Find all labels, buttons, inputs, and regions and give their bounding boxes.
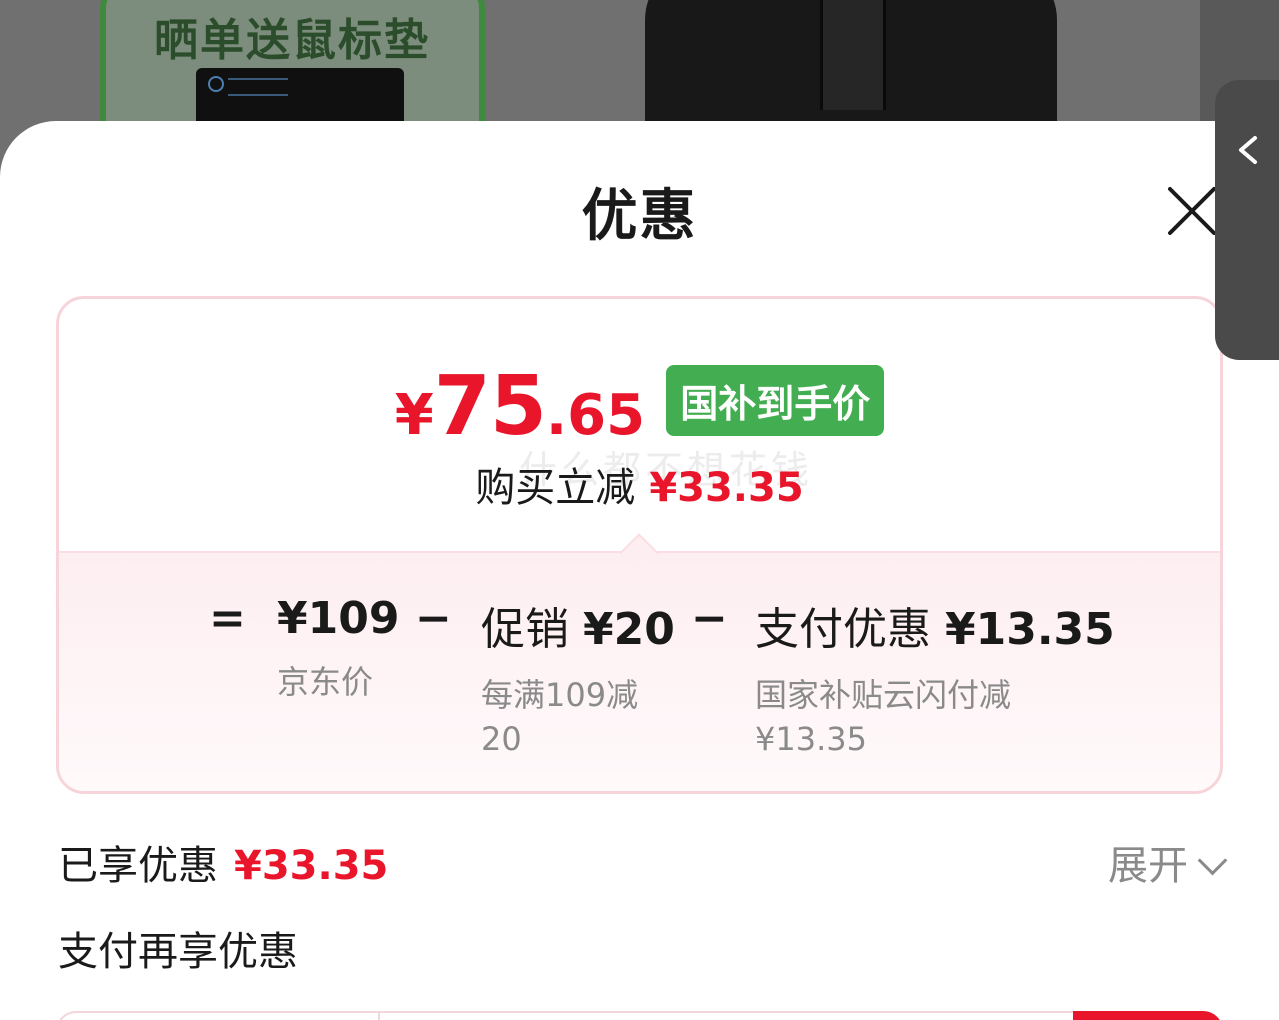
payment-discount-label: 支付优惠 [755, 604, 931, 655]
logitech-logo-icon [208, 76, 224, 92]
side-collapse-tab[interactable] [1215, 80, 1279, 360]
promotion-description: 每满109减20 [481, 676, 639, 758]
chevron-down-icon [1197, 845, 1228, 876]
promo-text: 晒单送鼠标垫 [154, 15, 430, 66]
price-breakdown-card: ¥75.65 国补到手价 什么都不想花钱 购买立减 ¥33.35 = ¥109 京… [56, 296, 1223, 794]
final-price: ¥75.65 [394, 359, 646, 454]
mouse-wheel [820, 0, 886, 110]
price-formula: = ¥109 京东价 − 促销 ¥20 每满109减20 − 支付优惠 ¥13.… [59, 533, 1220, 791]
enjoyed-discount-row: 已享优惠 ¥33.35 [58, 833, 388, 891]
enjoyed-discount-label: 已享优惠 [58, 843, 218, 889]
formula-item-payment-discount: 支付优惠 ¥13.35 国家补贴云闪付减¥13.35 [755, 593, 1115, 761]
mouse-pad-text-lines [228, 78, 288, 96]
instant-discount-row: 购买立减 ¥33.35 [59, 455, 1220, 513]
card-divider [378, 1013, 380, 1020]
payment-offers-title: 支付再享优惠 [58, 929, 298, 975]
final-price-row: ¥75.65 国补到手价 [59, 359, 1220, 454]
minus-sign: − [691, 593, 728, 644]
instant-discount-label: 购买立减 [475, 465, 636, 511]
instant-discount-amount: ¥33.35 [649, 465, 804, 511]
formula-item-promotion: 促销 ¥20 每满109减20 [481, 593, 675, 761]
promotion-value: ¥20 [583, 604, 675, 655]
chevron-left-icon [1239, 136, 1257, 164]
callout-notch [619, 533, 659, 573]
payment-offer-action[interactable] [1073, 1011, 1223, 1020]
expand-button[interactable]: 展开 [1108, 833, 1228, 891]
sheet-title: 优惠 [581, 184, 698, 249]
equals-sign: = [209, 593, 246, 644]
enjoyed-discount-amount: ¥33.35 [234, 843, 389, 889]
payment-offer-card[interactable] [56, 1011, 1223, 1020]
expand-label: 展开 [1108, 843, 1188, 889]
promotion-label: 促销 [481, 604, 569, 655]
minus-sign: − [415, 593, 452, 644]
payment-discount-value: ¥13.35 [945, 604, 1115, 655]
discount-sheet: 优惠 ¥75.65 国补到手价 什么都不想花钱 购买立减 ¥33.35 = ¥10… [0, 121, 1279, 1020]
jd-price-label: 京东价 [277, 663, 374, 701]
payment-discount-description: 国家补贴云闪付减¥13.35 [755, 676, 1012, 758]
formula-item-jd-price: ¥109 京东价 [277, 593, 399, 704]
jd-price-value: ¥109 [277, 593, 400, 644]
subsidy-price-badge: 国补到手价 [666, 365, 885, 436]
